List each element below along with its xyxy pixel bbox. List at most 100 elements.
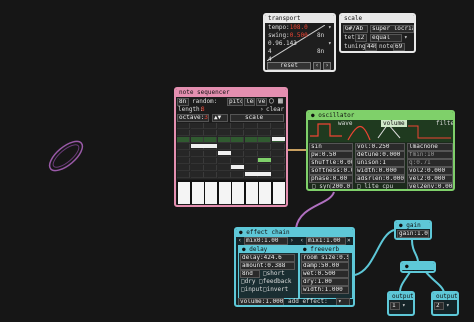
grid-cell[interactable]	[244, 151, 258, 157]
tab-wave[interactable]: wave	[338, 120, 352, 127]
root-select[interactable]: G#/Ab	[343, 25, 368, 33]
grid-cell[interactable]	[244, 144, 258, 150]
tuning-input[interactable]: 440	[365, 43, 377, 51]
grid-cell[interactable]	[177, 130, 190, 136]
grid-cell[interactable]	[271, 144, 285, 150]
grid-icon[interactable]: ▦	[278, 97, 283, 105]
temperament-arrow-icon[interactable]: ▾	[404, 34, 408, 41]
mix1-field[interactable]: mix1:1.00	[306, 237, 346, 245]
vel2env-field[interactable]: vel2env:0.00	[407, 183, 453, 189]
output-2-arrow-icon[interactable]: ▾	[446, 302, 450, 309]
tet-input[interactable]: 12	[355, 34, 367, 42]
note-block[interactable]	[190, 144, 204, 148]
grid-cell[interactable]	[244, 137, 258, 143]
tempo-arrow-icon[interactable]: ▾	[328, 24, 332, 31]
phase-field[interactable]: phase:0.00	[309, 175, 353, 183]
mode-select[interactable]: super locrian	[370, 25, 414, 33]
clear-arrow-icon[interactable]: ›	[260, 106, 264, 113]
freeverb-module[interactable]: ● freeverb room size:0.50 damp:50.00 wet…	[299, 245, 353, 299]
feedback-checkbox[interactable]: □feedback	[259, 278, 292, 285]
velocity-bar[interactable]	[218, 182, 231, 204]
tab-filter[interactable]: filter	[436, 120, 453, 127]
grid-cell[interactable]	[271, 172, 285, 178]
grid-cell[interactable]	[204, 123, 217, 129]
grid-cell[interactable]	[204, 130, 217, 136]
grid-cell[interactable]	[231, 123, 244, 129]
scale-toggle[interactable]: scale	[230, 114, 284, 122]
pw-field[interactable]: pw:0.50	[309, 151, 353, 159]
sequencer-panel[interactable]: note sequencer 8n random: pitch len vel …	[174, 87, 288, 207]
grid-cell[interactable]	[271, 130, 285, 136]
output-panel-2[interactable]: output 2 ▾	[431, 291, 459, 316]
rate-select[interactable]: 8n	[177, 98, 189, 106]
softness-field[interactable]: softness:0.00	[309, 167, 353, 175]
grid-cell[interactable]	[258, 130, 271, 136]
grid-cell[interactable]	[231, 137, 244, 143]
detune-field[interactable]: detune:0.000	[355, 151, 405, 159]
grid-cell[interactable]	[204, 172, 217, 178]
velocity-bar[interactable]	[245, 182, 258, 204]
grid-cell[interactable]	[204, 137, 217, 143]
adsr-field[interactable]: adsrlen:0.000	[355, 175, 405, 183]
splitter-panel[interactable]: ● splitter	[400, 261, 436, 273]
lite-checkbox[interactable]: □ lite cpu	[357, 183, 393, 189]
grid-cell[interactable]	[258, 137, 271, 143]
grid-cell[interactable]	[258, 165, 271, 171]
swing-value[interactable]: 0.500	[290, 32, 308, 39]
grid-cell[interactable]	[258, 144, 271, 150]
note-block[interactable]	[258, 158, 271, 162]
grid-cell[interactable]	[258, 123, 271, 129]
mix0-left-icon[interactable]: ‹	[238, 237, 242, 244]
tempo-value[interactable]: 108.0	[290, 24, 308, 31]
delay-rate-select[interactable]: 8nd	[240, 270, 260, 278]
dry-field[interactable]: dry:1.00	[301, 278, 349, 286]
octave-field[interactable]: octave:3	[177, 114, 209, 122]
dry-checkbox[interactable]: □dry	[241, 278, 255, 285]
wet-field[interactable]: wet:0.500	[301, 270, 349, 278]
tempo-row[interactable]: tempo:108.0	[268, 24, 308, 31]
mix0-field[interactable]: mix0:1.00	[244, 237, 288, 245]
reset-button[interactable]: reset	[267, 62, 311, 70]
grid-cell[interactable]	[271, 123, 285, 129]
gain-field[interactable]: gain:1.000	[397, 230, 429, 238]
grid-cell[interactable]	[204, 165, 217, 171]
grid-cell[interactable]	[231, 172, 244, 178]
grid-cell[interactable]	[190, 123, 204, 129]
unison-field[interactable]: unison:1	[355, 159, 405, 167]
grid-cell[interactable]	[217, 130, 231, 136]
width-field[interactable]: width:0.000	[355, 167, 405, 175]
add-effect-select[interactable]: ▾	[336, 298, 350, 305]
volume-field[interactable]: volume:1.000	[238, 298, 284, 305]
output-panel-1[interactable]: output 1 ▾	[387, 291, 415, 316]
note-block[interactable]	[217, 151, 231, 155]
grid-cell[interactable]	[204, 158, 217, 164]
div1-select[interactable]: 8n	[317, 32, 324, 39]
note-block[interactable]	[231, 165, 244, 169]
length-value[interactable]: 8	[201, 106, 205, 113]
rewind-icon[interactable]: ‹	[313, 62, 321, 70]
grid-cell[interactable]	[190, 151, 204, 157]
grid-cell[interactable]	[244, 165, 258, 171]
grid-cell[interactable]	[217, 137, 231, 143]
mix1-left-icon[interactable]: ‹	[300, 237, 304, 244]
velocity-bar[interactable]	[205, 182, 217, 204]
grid-cell[interactable]	[231, 151, 244, 157]
grid-cell[interactable]	[190, 137, 204, 143]
grid-cell[interactable]	[190, 172, 204, 178]
oscillator-panel[interactable]: ● oscillator wave volume filter sin pw:0…	[306, 110, 455, 191]
grid-cell[interactable]	[271, 151, 285, 157]
grid-cell[interactable]	[271, 158, 285, 164]
wave-select[interactable]: sin	[309, 143, 353, 151]
velocity-grid[interactable]	[177, 180, 285, 204]
temperament-select[interactable]: equal	[370, 34, 402, 42]
grid-cell[interactable]	[217, 172, 231, 178]
grid-cell[interactable]	[177, 137, 190, 143]
fmin-field[interactable]: fmin:10	[407, 151, 453, 159]
octave-value[interactable]: 3	[204, 115, 208, 121]
output-2-channel[interactable]: 2	[434, 302, 444, 310]
clear-button[interactable]: clear	[266, 106, 284, 113]
grid-cell[interactable]	[217, 158, 231, 164]
note-block[interactable]	[258, 172, 271, 176]
filter-type-select[interactable]: lmacnone	[407, 143, 453, 151]
note-block[interactable]	[244, 172, 258, 176]
